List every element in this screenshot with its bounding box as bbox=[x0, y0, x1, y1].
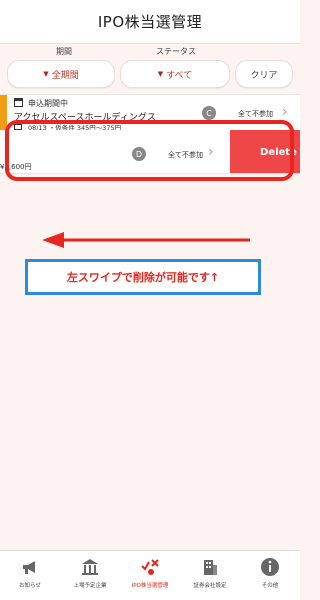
participation-result: 全て不参加 bbox=[238, 110, 273, 118]
tab-ipo-management[interactable]: IPO株当選管理 bbox=[120, 551, 180, 600]
row-status: 申込期間中 bbox=[28, 99, 68, 108]
page-title: IPO株当選管理 bbox=[97, 13, 203, 31]
tab-label: お知らせ bbox=[19, 583, 41, 589]
clear-button[interactable]: クリア bbox=[235, 60, 293, 88]
status-filter-value: すべて bbox=[166, 70, 193, 81]
triangle-down-icon: ▼ bbox=[43, 70, 49, 78]
tab-label: IPO株当選管理 bbox=[131, 583, 169, 589]
triangle-down-icon: ▼ bbox=[157, 70, 164, 78]
building-icon bbox=[82, 559, 98, 575]
tab-label: その他 bbox=[261, 583, 279, 589]
chevron-right-icon: › bbox=[282, 104, 288, 120]
swipe-instruction: 左スワイプで削除が可能です↑ bbox=[25, 259, 261, 295]
bottom-tab-bar: お知らせ 上場予定企業 IPO株当選管理 証券会社設定 その他 bbox=[0, 550, 300, 600]
info-icon bbox=[261, 558, 279, 576]
tab-label: 証券会社設定 bbox=[193, 583, 227, 589]
tab-other[interactable]: その他 bbox=[240, 551, 300, 600]
filter-labels: 期間 ステータス bbox=[0, 46, 300, 60]
tab-broker-settings[interactable]: 証券会社設定 bbox=[180, 551, 240, 600]
highlight-box bbox=[5, 120, 294, 181]
tab-label: 上場予定企業 bbox=[73, 583, 107, 589]
office-building-icon bbox=[204, 560, 217, 575]
left-arrow-icon bbox=[42, 232, 250, 248]
status-label: ステータス bbox=[156, 47, 196, 56]
period-filter-value: 全期間 bbox=[51, 70, 79, 81]
calendar-icon bbox=[14, 98, 23, 107]
tab-news[interactable]: お知らせ bbox=[0, 551, 60, 600]
tab-upcoming-ipos[interactable]: 上場予定企業 bbox=[60, 551, 120, 600]
megaphone-icon bbox=[23, 561, 35, 574]
status-filter-button[interactable]: ▼ すべて bbox=[120, 60, 230, 88]
check-x-icon bbox=[141, 559, 159, 575]
period-label: 期間 bbox=[56, 47, 72, 56]
app-header: IPO株当選管理 bbox=[0, 0, 300, 44]
period-filter-button[interactable]: ▼ 全期間 bbox=[7, 60, 115, 88]
rank-badge: C bbox=[202, 106, 216, 120]
